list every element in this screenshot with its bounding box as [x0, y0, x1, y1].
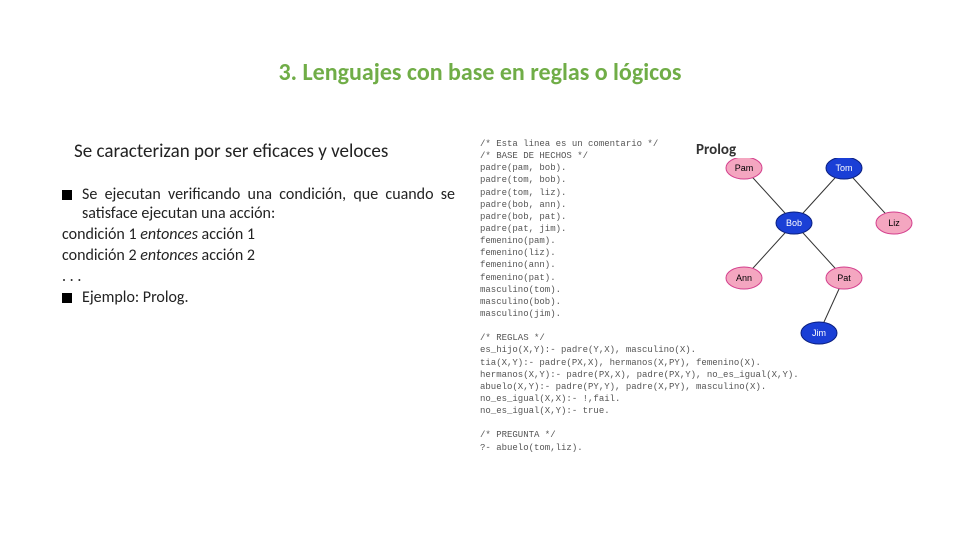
- ellipsis: . . .: [60, 267, 455, 286]
- family-tree-diagram: Pam Tom Bob Liz Ann Pat Jim: [724, 158, 934, 358]
- cond1-entonces: entonces: [140, 225, 198, 244]
- cond2-part-c: acción 2: [198, 246, 255, 265]
- bullet-2: Ejemplo: Prolog.: [60, 288, 455, 307]
- cond1-part-c: acción 1: [198, 225, 255, 244]
- intro-text: Se caracterizan por ser eficaces y veloc…: [60, 140, 455, 163]
- svg-text:Jim: Jim: [812, 328, 826, 338]
- cond1-part-a: condición 1: [62, 225, 140, 244]
- bullet-1-text: Se ejecutan verificando una condición, q…: [82, 185, 455, 223]
- svg-text:Pat: Pat: [837, 273, 851, 283]
- svg-text:Tom: Tom: [835, 163, 852, 173]
- svg-text:Ann: Ann: [736, 273, 752, 283]
- condition-line-2: condición 2 entonces acción 2: [60, 246, 455, 265]
- condition-line-1: condición 1 entonces acción 1: [60, 225, 455, 244]
- bullet-square-icon: [62, 293, 72, 303]
- bullet-1: Se ejecutan verificando una condición, q…: [60, 185, 455, 223]
- svg-text:Liz: Liz: [888, 218, 900, 228]
- svg-text:Bob: Bob: [786, 218, 802, 228]
- bullet-square-icon: [62, 190, 72, 200]
- cond2-part-a: condición 2: [62, 246, 140, 265]
- left-column: Se caracterizan por ser eficaces y veloc…: [60, 140, 455, 309]
- slide-title: 3. Lenguajes con base en reglas o lógico…: [0, 58, 960, 87]
- bullet-2-text: Ejemplo: Prolog.: [82, 288, 455, 307]
- cond2-entonces: entonces: [140, 246, 198, 265]
- svg-text:Pam: Pam: [735, 163, 754, 173]
